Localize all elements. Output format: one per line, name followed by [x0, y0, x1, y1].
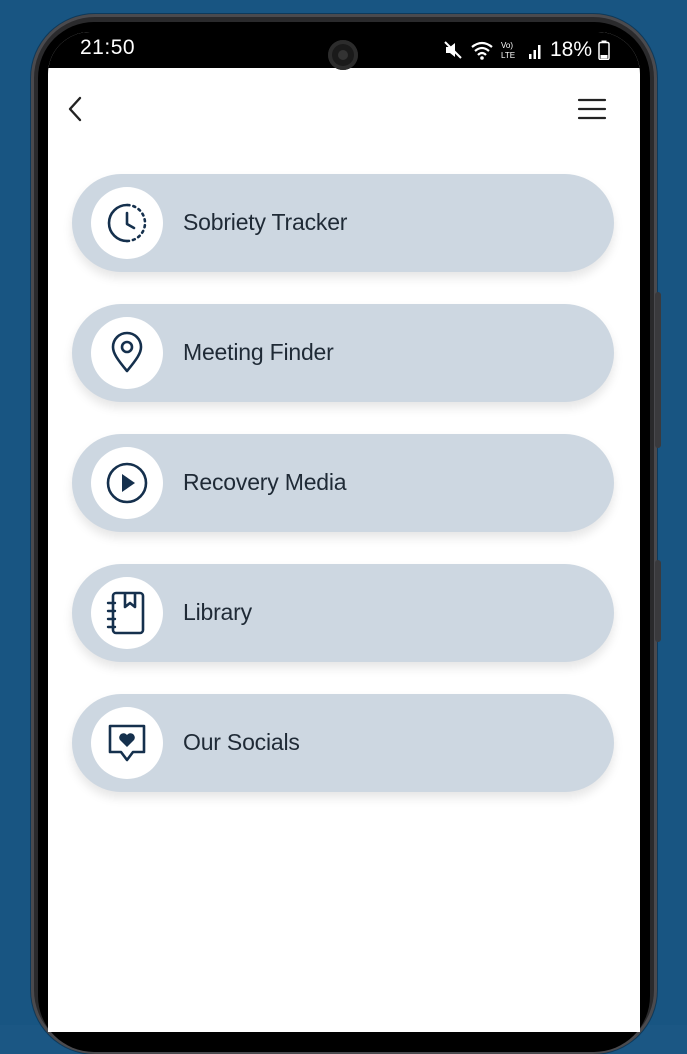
icon-badge: [91, 317, 163, 389]
signal-icon: [528, 40, 544, 60]
status-time: 21:50: [80, 36, 136, 59]
battery-percent: 18%: [549, 38, 592, 61]
status-bar: 21:50 Vo) LTE 18%: [48, 32, 640, 70]
power-button: [655, 560, 661, 642]
icon-badge: [91, 707, 163, 779]
clock-icon: [105, 201, 149, 245]
menu-button[interactable]: [576, 94, 608, 124]
icon-badge: [91, 447, 163, 519]
phone-screen: 21:50 Vo) LTE 18% Sobriety Tracker Meeti…: [48, 32, 640, 1032]
chat-heart-icon: [104, 720, 150, 766]
menu-item-label: Recovery Media: [183, 469, 347, 495]
svg-text:Vo): Vo): [501, 41, 513, 50]
icon-badge: [91, 187, 163, 259]
menu-item-recovery-media[interactable]: Recovery Media: [72, 434, 614, 532]
hamburger-menu-icon: [576, 98, 608, 128]
menu-item-meeting-finder[interactable]: Meeting Finder: [72, 304, 614, 402]
mute-icon: [442, 39, 464, 61]
menu-item-label: Library: [183, 599, 252, 625]
icon-badge: [91, 577, 163, 649]
app-header: [48, 68, 640, 158]
play-circle-icon: [104, 460, 150, 506]
menu-item-library[interactable]: Library: [72, 564, 614, 662]
menu-item-label: Sobriety Tracker: [183, 209, 348, 235]
notebook-bookmark-icon: [105, 589, 149, 637]
svg-text:LTE: LTE: [501, 51, 515, 60]
front-camera: [328, 40, 358, 70]
menu-item-our-socials[interactable]: Our Socials: [72, 694, 614, 792]
wifi-icon: [470, 39, 494, 61]
main-menu: Sobriety Tracker Meeting Finder Recovery…: [72, 174, 616, 824]
battery-icon: [598, 40, 610, 60]
back-button[interactable]: [62, 92, 92, 126]
status-icons: Vo) LTE 18%: [442, 37, 610, 63]
menu-item-label: Our Socials: [183, 729, 300, 755]
chevron-left-icon: [62, 96, 92, 130]
location-pin-icon: [105, 331, 149, 375]
menu-item-label: Meeting Finder: [183, 339, 334, 365]
volume-button: [655, 292, 661, 448]
volte-icon: Vo) LTE: [500, 39, 522, 61]
menu-item-sobriety-tracker[interactable]: Sobriety Tracker: [72, 174, 614, 272]
